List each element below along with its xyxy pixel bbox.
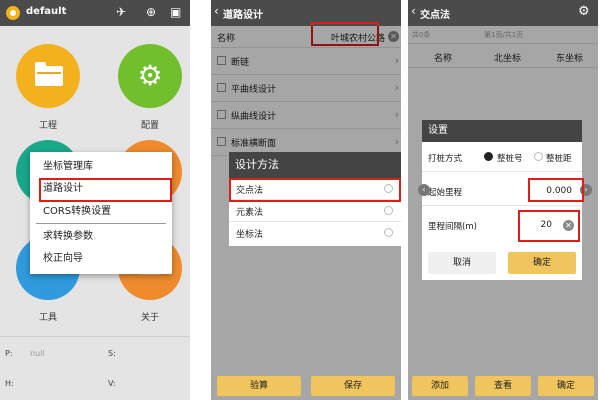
back-icon[interactable]: ‹	[411, 4, 416, 18]
cancel-button[interactable]: 取消	[428, 252, 496, 274]
start-chainage-label: 起始里程	[428, 188, 463, 198]
intersection-topbar: ‹ 交点法 ⚙	[408, 0, 598, 26]
view-button[interactable]: 查看	[475, 376, 531, 396]
page-title: 交点法	[420, 10, 450, 21]
status-p-value: null	[30, 349, 45, 358]
menu-item-transform-params[interactable]: 求转换参数	[30, 227, 172, 247]
settings-window-icon[interactable]: ▣	[170, 5, 181, 19]
gear-icon[interactable]: ⚙	[578, 4, 590, 19]
gear-icon: ⚙	[137, 59, 163, 92]
screen-home: default ✈ ⊕ ▣ 工程 ⚙ 配置 ✂ 工具 ▬ 关于 P: null …	[0, 0, 190, 400]
option-element[interactable]: 元素法	[229, 200, 401, 222]
menu-item-calibration-wizard[interactable]: 校正向导	[30, 249, 172, 269]
calc-button[interactable]: 验算	[217, 376, 301, 396]
option-label: 交点法	[236, 186, 264, 196]
menu-item-road-design[interactable]: 道路设计	[30, 179, 172, 199]
app-logo-icon	[6, 6, 20, 20]
tile-project-label: 工程	[38, 121, 57, 131]
interval-row: 里程间隔(m) 20 ✕	[422, 210, 582, 240]
tile-config[interactable]: ⚙	[118, 44, 182, 108]
start-chainage-row: 起始里程 0.000	[422, 176, 582, 206]
folder-icon	[35, 62, 63, 86]
radio-icon[interactable]	[384, 228, 393, 237]
screen-road-design: ‹ 道路设计 名称 叶城农村公路 ✕ 断链 › 平曲线设计 › 纵曲线设计 › …	[211, 0, 401, 400]
status-area: P: null S: H: V:	[0, 336, 190, 400]
settings-dialog: 设置 打桩方式 整桩号 整桩距 起始里程 0.000 里程间隔(m) 20 ✕ …	[422, 120, 582, 280]
ok-button[interactable]: 确定	[538, 376, 594, 396]
back-icon[interactable]: ‹	[214, 4, 219, 18]
receiver-icon[interactable]: ⊕	[146, 5, 156, 19]
menu-divider	[36, 223, 166, 224]
dialog-title: 设计方法	[229, 152, 401, 178]
status-s-label: S:	[108, 349, 116, 358]
chevron-left-icon[interactable]: ‹	[418, 184, 430, 196]
tile-about-label: 关于	[140, 313, 159, 323]
interval-input[interactable]: 20	[541, 220, 552, 230]
satellite-icon[interactable]: ✈	[116, 5, 126, 19]
status-v-label: V:	[108, 379, 116, 388]
option-coordinate[interactable]: 坐标法	[229, 222, 401, 244]
menu-item-cors-settings[interactable]: CORS转换设置	[30, 202, 172, 222]
option-label: 坐标法	[236, 230, 264, 240]
status-h-label: H:	[5, 379, 14, 388]
clear-icon[interactable]: ✕	[563, 220, 574, 231]
screen-intersection-method: ‹ 交点法 ⚙ 共0条 第1页/共1页 名称 北坐标 东坐标 设置 打桩方式 整…	[408, 0, 598, 400]
start-chainage-input[interactable]: 0.000	[546, 186, 572, 196]
radio-selected-icon[interactable]	[484, 152, 493, 161]
radio-icon[interactable]	[534, 152, 543, 161]
tile-tools-label: 工具	[38, 313, 57, 323]
home-topbar: default ✈ ⊕ ▣	[0, 0, 190, 26]
menu-item-coordinate-library[interactable]: 坐标管理库	[30, 157, 172, 177]
radio-icon[interactable]	[384, 206, 393, 215]
page-title: 道路设计	[223, 10, 263, 21]
status-p-label: P:	[5, 349, 13, 358]
context-menu: 坐标管理库 道路设计 CORS转换设置 求转换参数 校正向导	[30, 152, 172, 274]
stake-mode-row: 打桩方式 整桩号 整桩距	[422, 142, 582, 172]
chevron-right-icon[interactable]: ›	[580, 184, 592, 196]
road-design-topbar: ‹ 道路设计	[211, 0, 401, 26]
app-title: default	[26, 6, 67, 17]
add-button[interactable]: 添加	[412, 376, 468, 396]
tile-project[interactable]	[16, 44, 80, 108]
mode-option-whole-distance[interactable]: 整桩距	[546, 152, 572, 164]
design-method-dialog: 设计方法 交点法 元素法 坐标法	[229, 152, 401, 246]
stake-mode-label: 打桩方式	[428, 154, 463, 164]
radio-icon[interactable]	[384, 184, 393, 193]
interval-label: 里程间隔(m)	[428, 222, 477, 232]
option-intersection[interactable]: 交点法	[229, 178, 401, 200]
confirm-button[interactable]: 确定	[508, 252, 576, 274]
mode-option-whole-stake[interactable]: 整桩号	[497, 152, 523, 164]
dialog-title: 设置	[422, 120, 582, 142]
save-button[interactable]: 保存	[311, 376, 395, 396]
tile-config-label: 配置	[140, 121, 159, 131]
option-label: 元素法	[236, 208, 264, 218]
